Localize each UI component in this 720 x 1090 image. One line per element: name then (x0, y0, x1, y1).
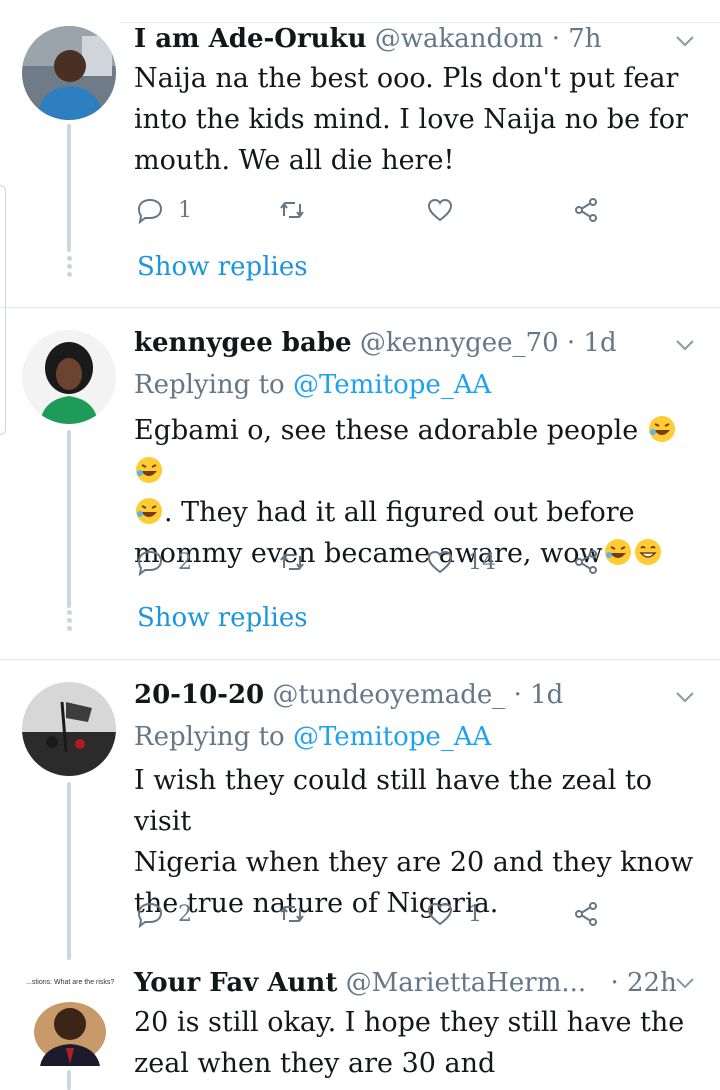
like-icon (427, 902, 453, 926)
reply-icon (137, 198, 163, 224)
reply-icon (137, 902, 163, 928)
retweet-button[interactable] (278, 546, 320, 578)
text-fragment: Egbami o, see these adorable people (134, 415, 639, 446)
like-icon (427, 198, 453, 222)
mention-link[interactable]: @Temitope_AA (293, 722, 491, 752)
like-count: 14 (468, 549, 496, 575)
chevron-down-icon[interactable] (674, 334, 696, 356)
avatar[interactable]: ...stions: What are the risks? (22, 970, 118, 1066)
text-line: Nigeria when they are 20 and they know (134, 847, 694, 878)
laughing-emoji (136, 457, 162, 483)
text-line: Egbami o, see these adorable people (134, 410, 700, 492)
display-name[interactable]: I am Ade-Oruku (134, 24, 366, 54)
timestamp[interactable]: 7h (568, 24, 601, 54)
like-icon (427, 550, 453, 574)
share-icon (575, 550, 597, 574)
tweet-4[interactable]: ...stions: What are the risks? Your Fav … (0, 960, 720, 1090)
user-handle[interactable]: @kennygee_70 (360, 328, 559, 358)
separator-dot: · (513, 680, 522, 710)
replying-to: Replying to @Temitope_AA (134, 368, 491, 402)
text-line: I wish they could still have the zeal to… (134, 765, 653, 837)
replying-label: Replying to (134, 370, 285, 400)
user-handle[interactable]: @MariettaHerm... (346, 968, 587, 998)
tweet-header: kennygee babe @kennygee_70 · 1d (134, 326, 680, 360)
separator-dot: · (566, 328, 576, 358)
chevron-down-icon[interactable] (674, 30, 696, 52)
avatar[interactable] (22, 682, 116, 776)
display-name[interactable]: 20-10-20 (134, 680, 264, 710)
tweet-text: 20 is still okay. I hope they still have… (134, 1002, 700, 1090)
tweet-header: I am Ade-Oruku @wakandom · 7h (134, 22, 680, 56)
retweet-button[interactable] (278, 194, 320, 226)
display-name[interactable]: kennygee babe (134, 328, 352, 358)
tweet-header: 20-10-20 @tundeoyemade_ · 1d (134, 678, 680, 712)
tweet-header: Your Fav Aunt @MariettaHerm... · 22h (134, 966, 680, 1000)
laughing-emoji (136, 498, 162, 524)
share-icon (575, 902, 597, 926)
share-icon (575, 198, 597, 222)
reply-button[interactable]: 2 (136, 546, 192, 578)
reply-button[interactable]: 2 (136, 898, 192, 930)
thread-dots (65, 256, 73, 280)
text-line: Naija na the best ooo. Pls don't put fea… (134, 63, 679, 94)
text-line: mouth. We all die here! (134, 145, 455, 176)
share-button[interactable] (572, 898, 600, 930)
thread-dots (65, 610, 73, 634)
separator-dot: · (551, 24, 560, 54)
share-button[interactable] (572, 194, 600, 226)
laughing-emoji (648, 416, 675, 442)
thread-line (67, 782, 71, 960)
text-line: zeal when they are 30 and entrepreneurs (134, 1048, 496, 1090)
avatar[interactable] (22, 26, 116, 120)
timestamp[interactable]: 22h (627, 968, 677, 998)
text-line: into the kids mind. I love Naija no be f… (134, 104, 688, 135)
tweet-2[interactable]: kennygee babe @kennygee_70 · 1d Replying… (0, 308, 720, 660)
timestamp[interactable]: 1d (583, 328, 616, 358)
replying-label: Replying to (134, 722, 285, 752)
thread-line (67, 124, 71, 252)
reply-count: 1 (178, 197, 192, 223)
avatar-caption: ...stions: What are the risks? (26, 979, 114, 986)
tweet-actions: 1 (136, 194, 610, 226)
thread-line (67, 1070, 71, 1090)
mention-link[interactable]: @Temitope_AA (293, 370, 491, 400)
like-count: 1 (468, 901, 482, 927)
user-handle[interactable]: @tundeoyemade_ (272, 680, 505, 710)
chevron-down-icon[interactable] (674, 972, 696, 994)
tweet-text: Naija na the best ooo. Pls don't put fea… (134, 58, 700, 181)
retweet-icon (280, 202, 304, 218)
display-name[interactable]: Your Fav Aunt (134, 968, 337, 998)
retweet-button[interactable] (278, 898, 320, 930)
reply-icon (137, 550, 163, 576)
user-handle[interactable]: @wakandom (375, 24, 544, 54)
like-button[interactable]: 14 (426, 546, 496, 578)
smile-emoji (634, 539, 661, 565)
separator-dot: · (610, 968, 619, 998)
like-button[interactable] (426, 194, 468, 226)
tweet-3[interactable]: 20-10-20 @tundeoyemade_ · 1d Replying to… (0, 660, 720, 960)
avatar[interactable] (22, 330, 116, 424)
thread-line (67, 430, 71, 608)
tweet-1[interactable]: I am Ade-Oruku @wakandom · 7h Naija na t… (0, 0, 720, 308)
reply-count: 2 (178, 901, 192, 927)
reply-button[interactable]: 1 (136, 194, 192, 226)
tweet-actions: 2 1 (136, 898, 610, 930)
show-replies-link[interactable]: Show replies (137, 603, 308, 633)
reply-count: 2 (178, 549, 192, 575)
tweet-actions: 2 14 (136, 546, 610, 578)
text-line: . They had it all figured out before (134, 492, 700, 533)
text-fragment: . They had it all figured out before (164, 497, 635, 528)
like-button[interactable]: 1 (426, 898, 482, 930)
share-button[interactable] (572, 546, 600, 578)
replying-to: Replying to @Temitope_AA (134, 720, 491, 754)
retweet-icon (280, 906, 304, 922)
retweet-icon (280, 554, 304, 570)
timestamp[interactable]: 1d (530, 680, 563, 710)
text-line: 20 is still okay. I hope they still have… (134, 1007, 685, 1038)
show-replies-link[interactable]: Show replies (137, 252, 308, 282)
chevron-down-icon[interactable] (674, 686, 696, 708)
